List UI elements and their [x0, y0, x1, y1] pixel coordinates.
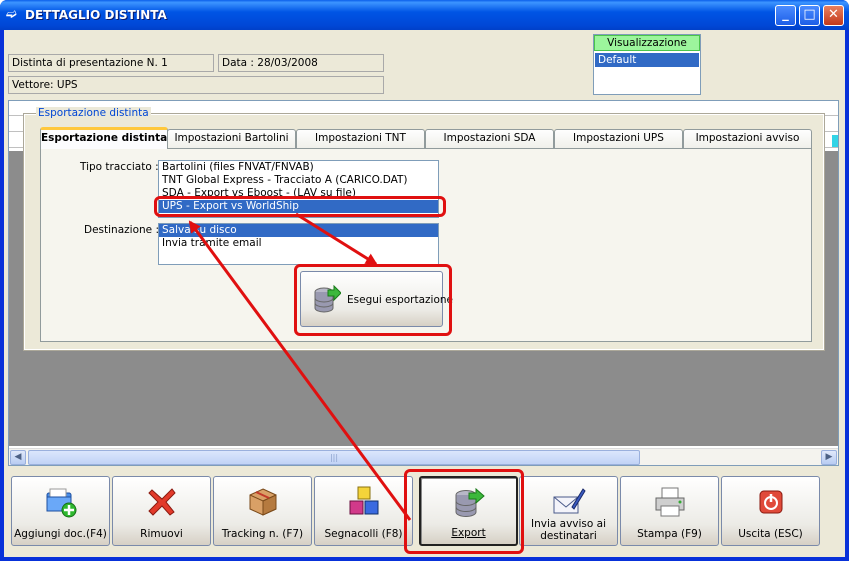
- main-window: ➫ DETTAGLIO DISTINTA _ □ ✕ Distinta di p…: [0, 0, 849, 561]
- arrow-ups-to-esegui: [295, 212, 378, 266]
- arrow-export-to-ups: [188, 220, 412, 521]
- tab-esportazione-distinta[interactable]: Esportazione distinta: [40, 127, 168, 149]
- annotation-arrows: [188, 212, 412, 521]
